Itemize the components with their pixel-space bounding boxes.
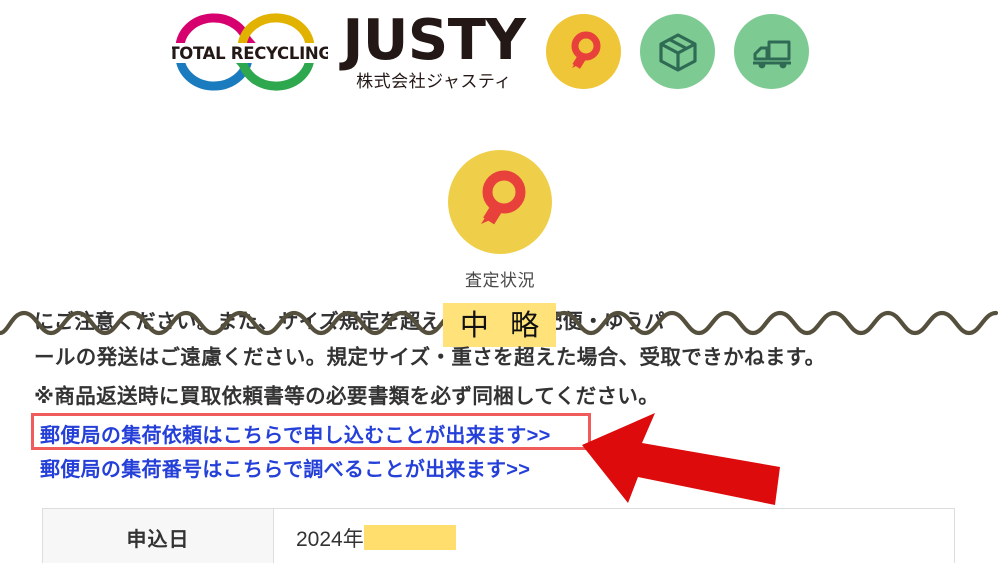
red-arrow-pointer [582,413,780,505]
status-block: 査定状況 [0,150,1000,291]
site-header: TOTAL RECYCLING JUSTY 株式会社ジャスティ [0,0,1000,118]
header-magnifier-icon-button[interactable] [546,14,621,89]
header-icon-group [546,14,809,89]
table-row-label: 申込日 [42,508,274,563]
pickup-request-link[interactable]: 郵便局の集荷依頼はこちらで申し込むことが出来ます>> [40,419,551,448]
status-circle [448,150,552,254]
header-box-icon-button[interactable] [640,14,715,89]
package-box-icon [658,32,697,72]
magnifier-icon [571,31,600,69]
brand-block[interactable]: JUSTY 株式会社ジャスティ [336,12,532,102]
application-info-table: 申込日 2024年 [42,508,955,563]
note-line-2: ※商品返送時に買取依頼書等の必要書類を必ず同梱してください。 [34,385,660,408]
brand-name: JUSTY [342,8,526,73]
recycling-arrows-icon: TOTAL RECYCLING [172,13,328,91]
brand-subtitle: 株式会社ジャスティ [356,72,512,91]
note-line-1: ールの発送はご遠慮ください。規定サイズ・重さを超えた場合、受取できかねます。 [34,346,826,369]
pickup-tracking-link[interactable]: 郵便局の集荷番号はこちらで調べることが出来ます>> [40,453,530,482]
page-root: TOTAL RECYCLING JUSTY 株式会社ジャスティ 査定状況 にご注… [0,0,1000,563]
logo-tagline: TOTAL RECYCLING [172,44,328,63]
table-row: 申込日 2024年 [42,508,955,563]
delivery-truck-icon [752,40,791,68]
table-row-value-text: 2024年 [296,527,364,551]
magnifier-icon [481,170,526,225]
redaction-block [363,524,456,550]
header-truck-icon-button[interactable] [734,14,809,89]
status-caption: 査定状況 [465,271,535,290]
total-recycling-logo[interactable]: TOTAL RECYCLING [172,6,328,98]
table-row-value: 2024年 [273,508,955,563]
